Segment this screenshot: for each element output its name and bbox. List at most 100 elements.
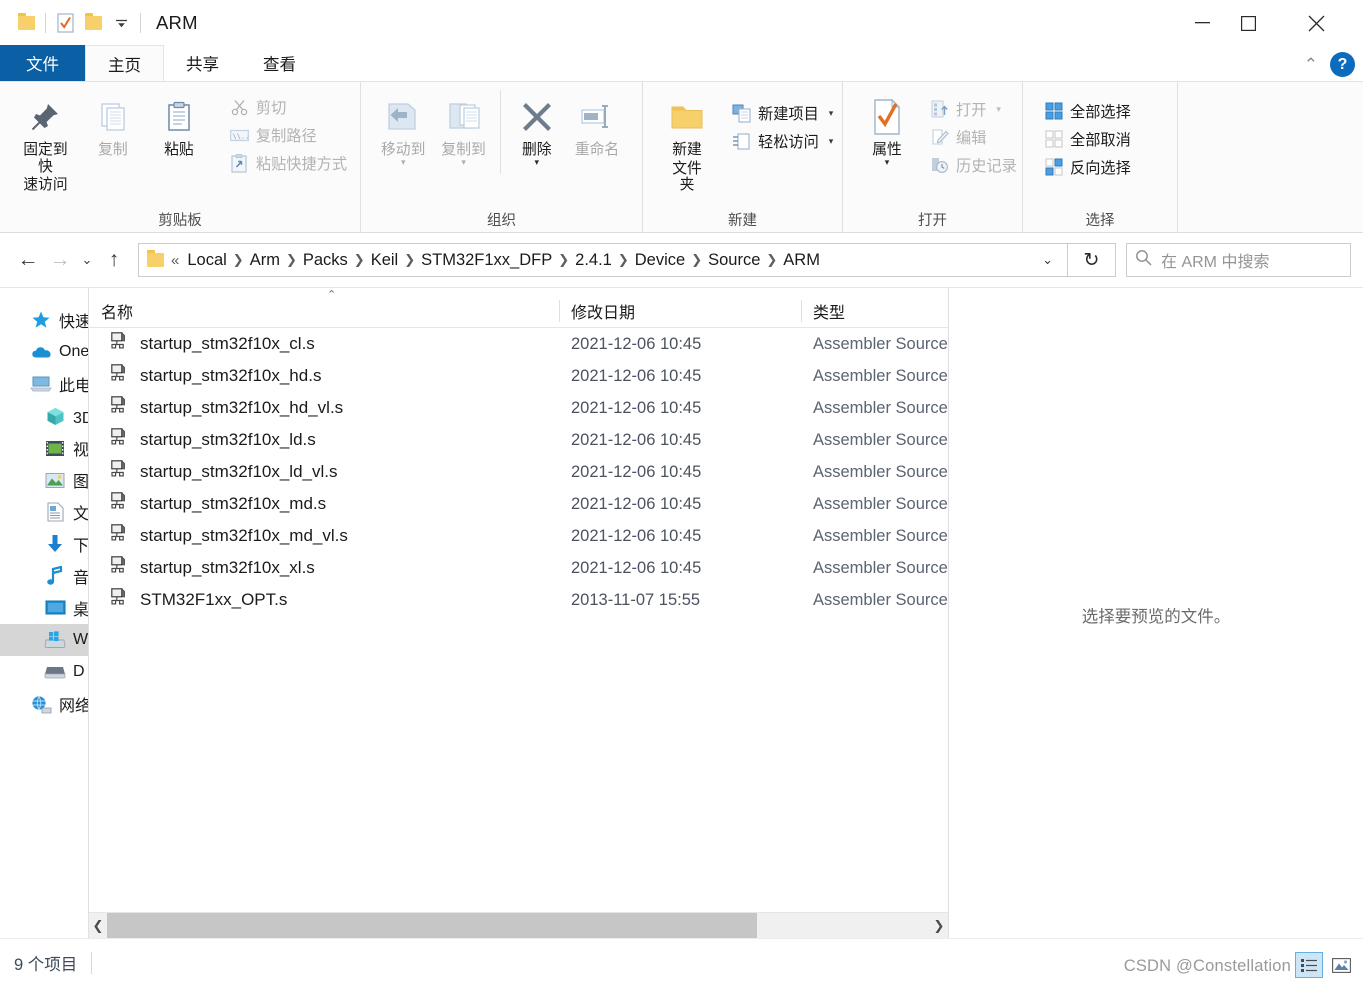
cut-button[interactable]: 剪切 [227, 94, 354, 120]
chevron-up-icon[interactable]: ⌃ [1304, 55, 1318, 75]
table-row[interactable]: startup_stm32f10x_hd_vl.s 2021-12-06 10:4… [89, 392, 948, 424]
sidebar-item-this-pc[interactable]: 此电脑 [0, 368, 88, 400]
column-header-type[interactable]: 类型 [801, 295, 948, 327]
sidebar-item-network[interactable]: 网络 [0, 688, 88, 720]
scrollbar-thumb[interactable] [107, 912, 757, 939]
chevron-down-icon[interactable]: ▾ [829, 136, 834, 147]
scrollbar-track[interactable] [107, 912, 930, 939]
chevron-down-icon[interactable]: ▾ [885, 157, 890, 166]
breadcrumb-separator[interactable]: ❯ [617, 252, 630, 268]
edit-button[interactable]: 编辑 [927, 124, 1024, 150]
file-name-cell[interactable]: STM32F1xx_OPT.s [89, 588, 559, 612]
chevron-down-icon[interactable]: ▾ [829, 108, 834, 119]
paste-shortcut-button[interactable]: 粘贴快捷方式 [227, 150, 354, 176]
breadcrumb-item-stm32f1xx-dfp[interactable]: STM32F1xx_DFP [416, 249, 557, 272]
pin-to-quick-access-button[interactable]: 固定到快 速访问 [14, 90, 77, 194]
table-row[interactable]: startup_stm32f10x_cl.s 2021-12-06 10:45 As… [89, 328, 948, 360]
breadcrumb[interactable]: « Local ❯ Arm ❯ Packs ❯ Keil ❯ STM32F1xx… [138, 243, 1068, 277]
invert-selection-button[interactable]: 反向选择 [1041, 154, 1138, 180]
file-name-cell[interactable]: startup_stm32f10x_ld_vl.s [89, 460, 559, 484]
file-name-cell[interactable]: startup_stm32f10x_hd.s [89, 364, 559, 388]
column-header-date-modified[interactable]: 修改日期 [559, 295, 801, 327]
sidebar-item-onedrive[interactable]: OneDrive [0, 336, 88, 368]
table-row[interactable]: startup_stm32f10x_ld_vl.s 2021-12-06 10:4… [89, 456, 948, 488]
table-row[interactable]: startup_stm32f10x_md.s 2021-12-06 10:45 As… [89, 488, 948, 520]
open-button[interactable]: 打开 ▾ [927, 96, 1024, 122]
paste-button[interactable]: 粘贴 [149, 90, 209, 159]
properties-button[interactable]: 属性 ▾ [857, 90, 917, 166]
file-name-cell[interactable]: startup_stm32f10x_md_vl.s [89, 524, 559, 548]
breadcrumb-item-device[interactable]: Device [630, 249, 690, 272]
scroll-right-button[interactable]: ❯ [930, 913, 948, 939]
breadcrumb-item-local[interactable]: Local [182, 249, 231, 272]
tab-view[interactable]: 查看 [241, 45, 318, 81]
sidebar-item-videos[interactable]: 视频 [0, 432, 88, 464]
delete-button[interactable]: 删除 ▾ [507, 90, 567, 166]
chevron-down-icon[interactable]: ▾ [461, 157, 466, 166]
tab-file[interactable]: 文件 [0, 45, 85, 81]
sidebar-item-downloads[interactable]: 下载 [0, 528, 88, 560]
breadcrumb-separator[interactable]: ❯ [353, 252, 366, 268]
file-name-cell[interactable]: startup_stm32f10x_xl.s [89, 556, 559, 580]
table-row[interactable]: startup_stm32f10x_hd.s 2021-12-06 10:45 As… [89, 360, 948, 392]
details-view-button[interactable] [1295, 952, 1323, 978]
sidebar-item-desktop[interactable]: 桌面 [0, 592, 88, 624]
copy-to-button[interactable]: 复制到 ▾ [433, 90, 493, 166]
search-input[interactable]: 在 ARM 中搜索 [1126, 243, 1351, 277]
table-row[interactable]: startup_stm32f10x_md_vl.s 2021-12-06 10:4… [89, 520, 948, 552]
sidebar-item-documents[interactable]: 文档 [0, 496, 88, 528]
checkmark-document-icon[interactable] [51, 9, 79, 37]
file-name-cell[interactable]: startup_stm32f10x_cl.s [89, 332, 559, 356]
tab-share[interactable]: 共享 [164, 45, 241, 81]
sidebar-item-data-d-drive[interactable]: D [0, 656, 88, 688]
forward-button[interactable]: → [44, 244, 76, 276]
history-button[interactable]: 历史记录 [927, 152, 1024, 178]
tab-home[interactable]: 主页 [85, 45, 164, 81]
file-name-cell[interactable]: startup_stm32f10x_md.s [89, 492, 559, 516]
sidebar-item-windows-c-drive[interactable]: Windows (C:) [0, 624, 88, 656]
select-none-button[interactable]: 全部取消 [1041, 126, 1138, 152]
back-button[interactable]: ← [12, 244, 44, 276]
recent-locations-dropdown[interactable]: ⌄ [76, 244, 98, 276]
file-name-cell[interactable]: startup_stm32f10x_ld.s [89, 428, 559, 452]
column-header-name[interactable]: 名称 [89, 295, 559, 327]
table-row[interactable]: startup_stm32f10x_xl.s 2021-12-06 10:45 As… [89, 552, 948, 584]
easy-access-button[interactable]: 轻松访问 ▾ [729, 128, 840, 154]
breadcrumb-separator[interactable]: ❯ [285, 252, 298, 268]
breadcrumb-separator[interactable]: ❯ [557, 252, 570, 268]
breadcrumb-separator[interactable]: ❯ [403, 252, 416, 268]
folder-icon[interactable] [12, 9, 40, 37]
breadcrumb-separator[interactable]: ❯ [765, 252, 778, 268]
new-folder-button[interactable]: 新建 文件夹 [657, 90, 717, 194]
folder-icon[interactable] [79, 9, 107, 37]
large-icons-view-button[interactable] [1327, 952, 1355, 978]
breadcrumb-item-version[interactable]: 2.4.1 [570, 249, 617, 272]
breadcrumb-item-source[interactable]: Source [703, 249, 765, 272]
sidebar-item-3d-objects[interactable]: 3D 对象 [0, 400, 88, 432]
breadcrumb-item-packs[interactable]: Packs [298, 249, 353, 272]
copy-button[interactable]: 复制 [83, 90, 143, 159]
table-row[interactable]: STM32F1xx_OPT.s 2013-11-07 15:55 Assembler… [89, 584, 948, 616]
scroll-left-button[interactable]: ❮ [89, 913, 107, 939]
customize-quick-access-dropdown[interactable] [107, 9, 135, 37]
chevron-down-icon[interactable]: ▾ [535, 157, 540, 166]
sidebar-item-music[interactable]: 音乐 [0, 560, 88, 592]
rename-button[interactable]: 重命名 [567, 90, 627, 159]
breadcrumb-item-arm-current[interactable]: ARM [778, 249, 825, 272]
help-icon[interactable]: ? [1330, 52, 1355, 77]
sidebar-item-pictures[interactable]: 图片 [0, 464, 88, 496]
copy-path-button[interactable]: \\.. 复制路径 [227, 122, 354, 148]
breadcrumb-item-arm[interactable]: Arm [245, 249, 285, 272]
chevron-down-icon[interactable]: ⌄ [1030, 252, 1065, 268]
table-row[interactable]: startup_stm32f10x_ld.s 2021-12-06 10:45 As… [89, 424, 948, 456]
file-name-cell[interactable]: startup_stm32f10x_hd_vl.s [89, 396, 559, 420]
up-button[interactable]: ↑ [98, 244, 130, 276]
close-button[interactable] [1293, 0, 1339, 46]
breadcrumb-item-keil[interactable]: Keil [366, 249, 404, 272]
select-all-button[interactable]: 全部选择 [1041, 98, 1138, 124]
breadcrumb-separator[interactable]: ❯ [690, 252, 703, 268]
breadcrumb-separator[interactable]: ❯ [232, 252, 245, 268]
move-to-button[interactable]: 移动到 ▾ [373, 90, 433, 166]
minimize-button[interactable] [1179, 0, 1225, 46]
sidebar-item-quick-access[interactable]: 快速访问 [0, 304, 88, 336]
